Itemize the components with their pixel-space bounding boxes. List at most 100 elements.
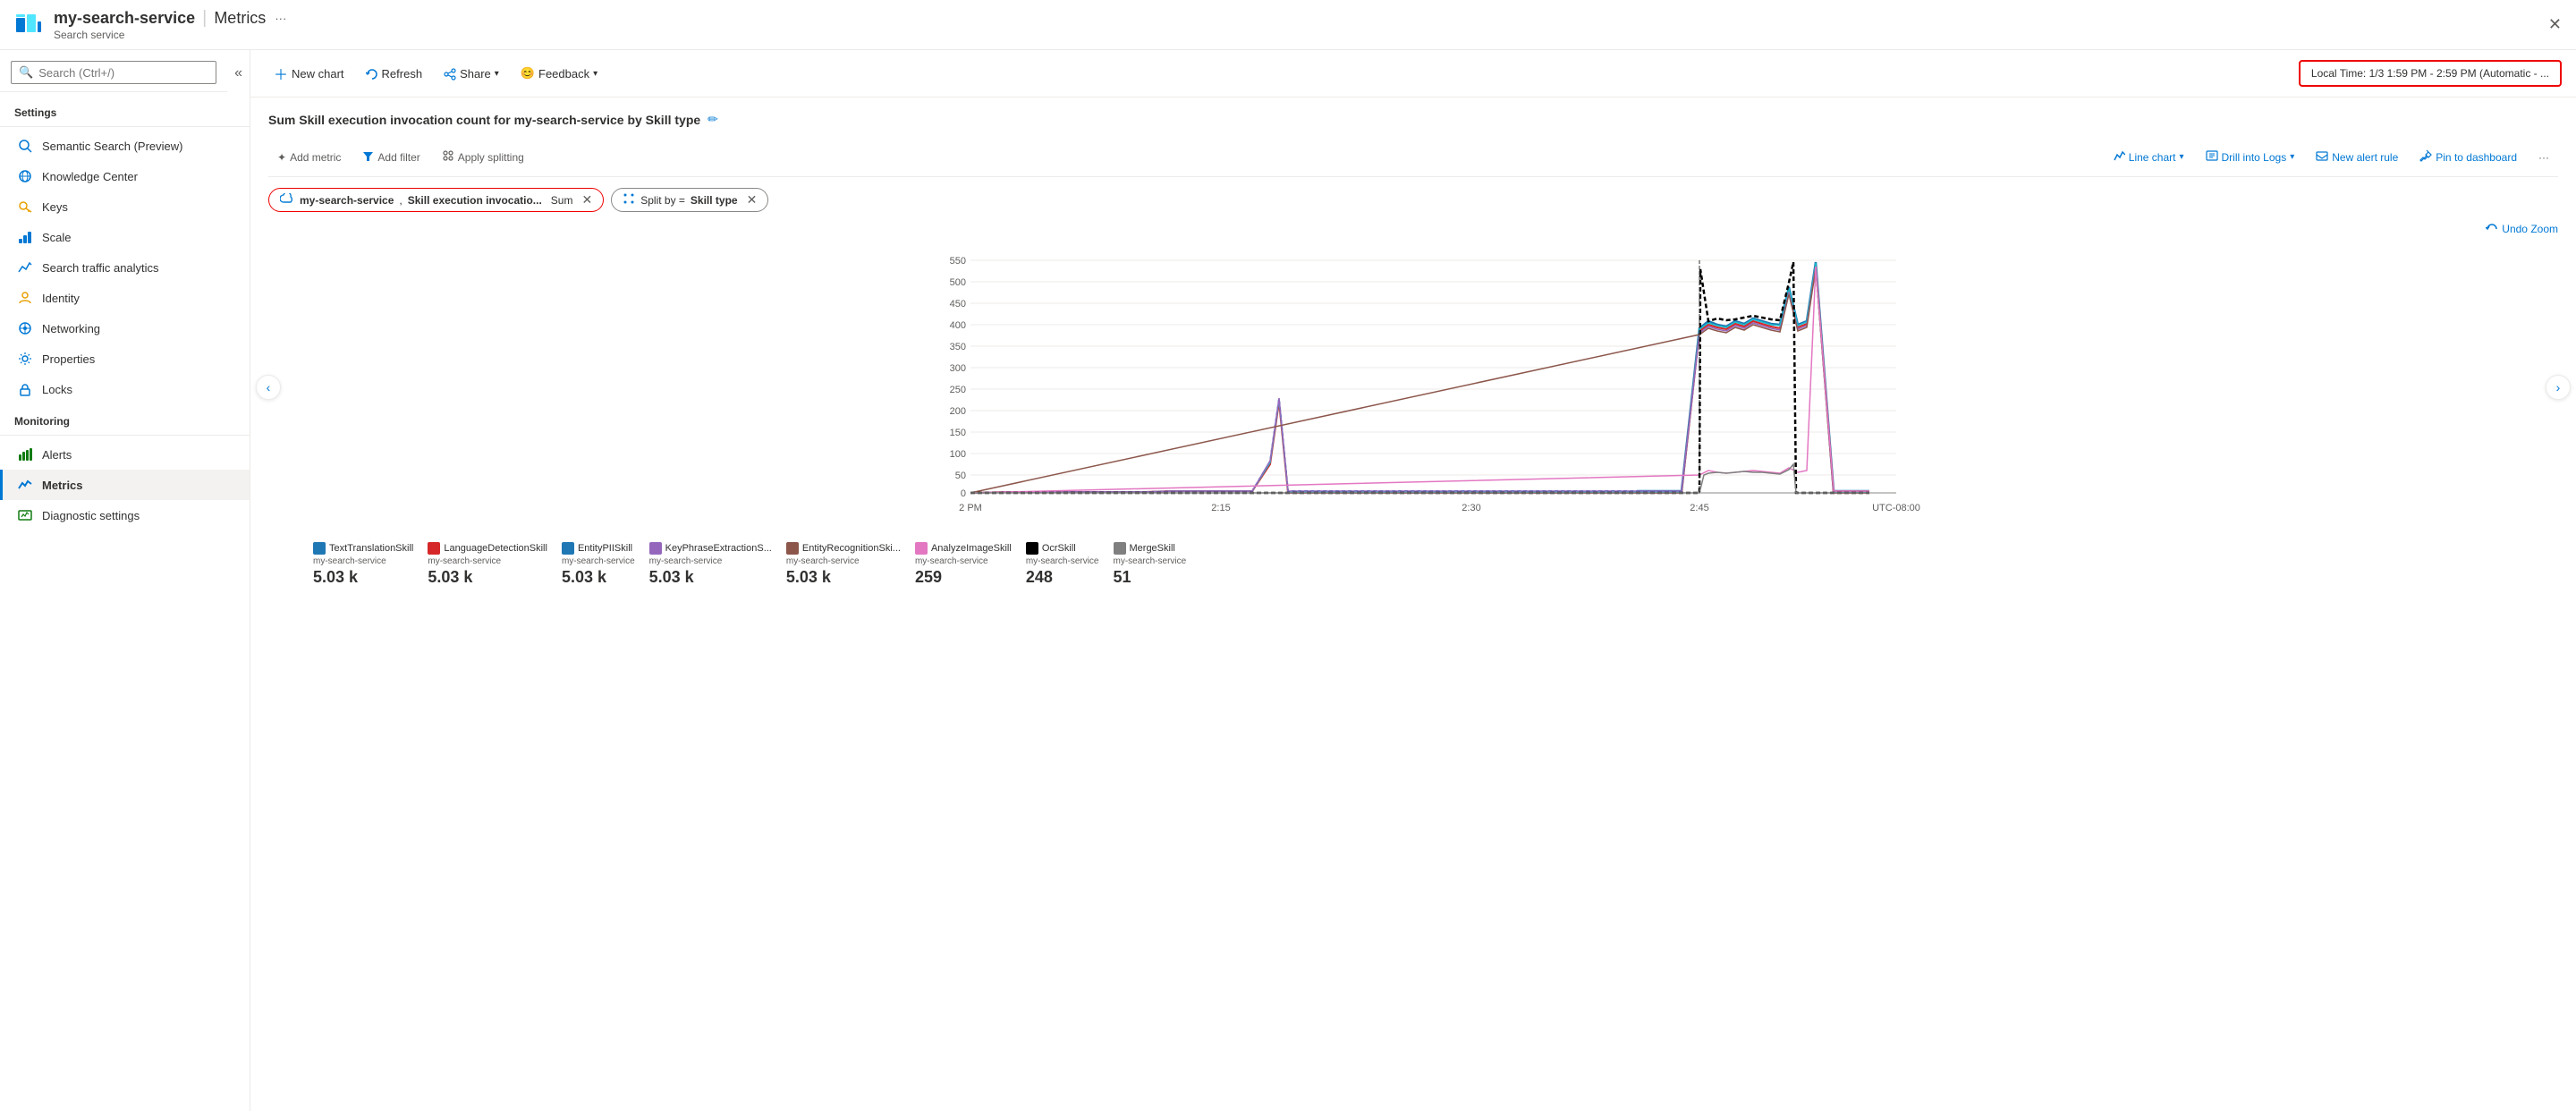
time-range-label: Local Time: 1/3 1:59 PM - 2:59 PM (Autom…: [2311, 67, 2549, 80]
drill-logs-chevron-icon: ▾: [2290, 152, 2294, 162]
alerts-icon: [17, 446, 33, 462]
legend-value-key-phrase: 5.03 k: [649, 568, 772, 587]
search-input[interactable]: [38, 66, 208, 80]
legend-value-analyze-image: 259: [915, 568, 1012, 587]
sidebar-item-properties[interactable]: Properties: [0, 343, 250, 374]
add-metric-button[interactable]: ✦ Add metric: [268, 147, 350, 168]
feedback-icon: 😊: [521, 66, 535, 81]
sidebar-item-search-traffic[interactable]: Search traffic analytics: [0, 252, 250, 283]
add-filter-button[interactable]: Add filter: [353, 146, 428, 169]
new-chart-button[interactable]: ＋ New chart: [265, 57, 353, 89]
pin-dashboard-button[interactable]: Pin to dashboard: [2411, 145, 2526, 169]
legend-value-text-translation: 5.03 k: [313, 568, 413, 587]
sidebar-item-label: Knowledge Center: [42, 170, 138, 183]
legend-item-ocr: OcrSkill my-search-service 248: [1026, 542, 1099, 587]
svg-text:0: 0: [961, 488, 966, 499]
drill-logs-button[interactable]: Drill into Logs ▾: [2197, 145, 2304, 169]
line-chart-button[interactable]: Line chart ▾: [2105, 146, 2193, 169]
line-key-phrase: [970, 267, 1869, 493]
chart-container: Sum Skill execution invocation count for…: [250, 98, 2576, 1111]
svg-text:2:15: 2:15: [1211, 503, 1230, 513]
page-title: Metrics: [214, 9, 266, 28]
sidebar-item-metrics[interactable]: Metrics: [0, 470, 250, 500]
line-entity-recognition: [970, 268, 1869, 493]
sidebar-item-identity[interactable]: Identity: [0, 283, 250, 313]
svg-text:200: 200: [950, 406, 966, 417]
legend-label-language-detection: LanguageDetectionSkill: [444, 543, 547, 554]
sidebar-item-label: Scale: [42, 231, 72, 244]
legend-value-language-detection: 5.03 k: [428, 568, 547, 587]
chart-edit-icon[interactable]: ✏: [708, 112, 718, 127]
time-range-button[interactable]: Local Time: 1/3 1:59 PM - 2:59 PM (Autom…: [2299, 60, 2562, 87]
search-box[interactable]: 🔍: [11, 61, 216, 84]
close-button[interactable]: ✕: [2548, 15, 2562, 34]
sidebar-item-networking[interactable]: Networking: [0, 313, 250, 343]
legend-color-key-phrase: [649, 542, 662, 555]
sidebar-item-keys[interactable]: Keys: [0, 191, 250, 222]
chart-nav-left[interactable]: ‹: [256, 375, 281, 400]
metric-tag-close-button[interactable]: ✕: [581, 192, 592, 208]
metric-service: my-search-service: [300, 194, 394, 207]
legend-service-text-translation: my-search-service: [313, 556, 413, 566]
sidebar-top-row: 🔍 «: [0, 50, 250, 96]
apply-splitting-label: Apply splitting: [458, 151, 524, 164]
refresh-button[interactable]: Refresh: [357, 61, 432, 86]
sidebar-item-alerts[interactable]: Alerts: [0, 439, 250, 470]
identity-icon: [17, 290, 33, 306]
share-button[interactable]: Share ▾: [435, 61, 508, 86]
metrics-icon: [17, 477, 33, 493]
new-alert-icon: [2316, 149, 2328, 165]
scale-icon: [17, 229, 33, 245]
line-chart-label: Line chart: [2129, 151, 2176, 164]
apply-splitting-button[interactable]: Apply splitting: [433, 145, 533, 169]
more-options-button[interactable]: ···: [2529, 147, 2558, 168]
legend-label-analyze-image: AnalyzeImageSkill: [931, 543, 1012, 554]
networking-icon: [17, 320, 33, 336]
header-subtitle: Search service: [54, 29, 286, 41]
sidebar-item-semantic-search[interactable]: Semantic Search (Preview): [0, 131, 250, 161]
drill-logs-icon: [2206, 149, 2218, 165]
chart-svg-area: 550 500 450 400 350 300 250 200 150 100: [268, 242, 2558, 531]
undo-zoom-label: Undo Zoom: [2502, 223, 2558, 235]
legend-value-entity-pii: 5.03 k: [562, 568, 635, 587]
svg-text:150: 150: [950, 428, 966, 438]
sidebar-item-label: Identity: [42, 292, 80, 305]
svg-text:350: 350: [950, 342, 966, 352]
feedback-button[interactable]: 😊 Feedback ▾: [512, 61, 606, 86]
legend-item-text-translation: TextTranslationSkill my-search-service 5…: [313, 542, 413, 587]
legend-service-key-phrase: my-search-service: [649, 556, 772, 566]
pin-icon: [2419, 149, 2432, 165]
sidebar-collapse-button[interactable]: «: [227, 62, 250, 85]
sidebar: 🔍 « Settings Semantic Search (Preview): [0, 50, 250, 1111]
svg-text:2:45: 2:45: [1690, 503, 1708, 513]
sidebar-item-label: Keys: [42, 200, 68, 214]
monitoring-section: Monitoring Alerts Metrics: [0, 404, 250, 530]
feedback-label: Feedback: [538, 67, 589, 81]
header-more-button[interactable]: ···: [275, 12, 286, 25]
y-axis-labels: 550 500 450 400 350 300 250 200 150 100: [950, 256, 966, 499]
legend-service-ocr: my-search-service: [1026, 556, 1099, 566]
refresh-icon: [366, 66, 378, 81]
undo-zoom-button[interactable]: Undo Zoom: [2486, 223, 2558, 235]
legend-service-entity-pii: my-search-service: [562, 556, 635, 566]
new-alert-button[interactable]: New alert rule: [2307, 145, 2407, 169]
sidebar-item-locks[interactable]: Locks: [0, 374, 250, 404]
metric-label: Skill execution invocatio...: [408, 194, 542, 207]
header-title-group: my-search-service | Metrics ··· Search s…: [54, 8, 286, 41]
svg-text:250: 250: [950, 385, 966, 395]
settings-divider: [0, 126, 250, 127]
split-tag-close-button[interactable]: ✕: [747, 192, 758, 208]
sidebar-item-diagnostic[interactable]: Diagnostic settings: [0, 500, 250, 530]
sidebar-item-label: Metrics: [42, 479, 83, 492]
add-metric-icon: ✦: [277, 151, 286, 164]
chart-legend: TextTranslationSkill my-search-service 5…: [268, 542, 2558, 587]
new-chart-label: New chart: [292, 67, 344, 81]
svg-text:500: 500: [950, 277, 966, 288]
legend-color-analyze-image: [915, 542, 928, 555]
settings-section: Settings Semantic Search (Preview) Knowl…: [0, 96, 250, 404]
sidebar-item-knowledge-center[interactable]: Knowledge Center: [0, 161, 250, 191]
chart-nav-right[interactable]: ›: [2546, 375, 2571, 400]
metric-tag-main: my-search-service , Skill execution invo…: [268, 188, 604, 212]
legend-label-entity-recognition: EntityRecognitionSki...: [802, 543, 901, 554]
sidebar-item-scale[interactable]: Scale: [0, 222, 250, 252]
